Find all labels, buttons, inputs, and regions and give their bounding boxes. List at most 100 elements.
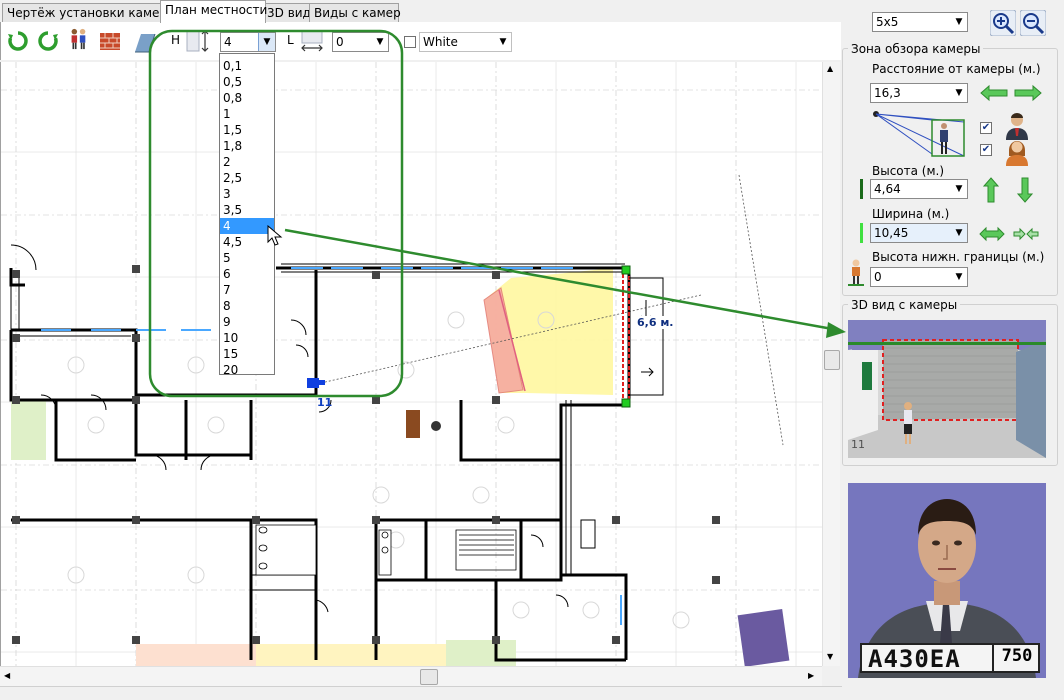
height-option[interactable]: 2,5 bbox=[220, 170, 274, 186]
width-combo[interactable]: 10,45 ▼ bbox=[870, 223, 968, 243]
right-panel: 5x5 ▼ Зона обзора камеры Расстояние от к… bbox=[842, 0, 1064, 699]
chevron-down-icon[interactable]: ▼ bbox=[951, 180, 967, 198]
tab-terrain-plan[interactable]: План местности bbox=[160, 0, 267, 23]
arrow-up-icon[interactable] bbox=[982, 176, 1000, 204]
mouse-cursor-icon bbox=[267, 225, 283, 246]
3d-scene bbox=[848, 320, 1046, 458]
wall-icon[interactable] bbox=[99, 30, 121, 52]
floor-plan bbox=[1, 62, 823, 666]
man-avatar-icon bbox=[1006, 113, 1028, 140]
woman-avatar-icon bbox=[1006, 141, 1028, 166]
width-label: Ширина (м.) bbox=[872, 207, 950, 221]
distance-annotation: 6,6 м. bbox=[637, 316, 674, 329]
camera-3d-preview[interactable]: 11 bbox=[848, 320, 1046, 458]
height-option[interactable]: 6 bbox=[220, 266, 274, 282]
vertical-scroll-thumb[interactable] bbox=[824, 350, 840, 370]
face-plate-snapshot: А430ЕА 750 bbox=[848, 483, 1046, 678]
view-zone-diagram-icon bbox=[873, 111, 965, 157]
height-dropdown-list[interactable]: 0,1 0,5 0,8 1 1,5 1,8 2 2,5 3 3,5 4 4,5 5 6 7 8 9 10 15 20 bbox=[219, 53, 275, 378]
length-label: L bbox=[287, 33, 294, 47]
height-combo-right[interactable]: 4,64 ▼ bbox=[870, 179, 968, 199]
height-option[interactable]: 15 bbox=[220, 346, 274, 362]
height-option[interactable]: 2 bbox=[220, 154, 274, 170]
height-option[interactable]: 4 bbox=[220, 218, 274, 234]
rotate-left-icon[interactable] bbox=[7, 30, 29, 52]
width-value: 10,45 bbox=[874, 226, 909, 240]
height-option[interactable]: 10 bbox=[220, 330, 274, 346]
lower-bound-value: 0 bbox=[874, 270, 882, 284]
scroll-down-icon[interactable]: ▼ bbox=[827, 652, 833, 661]
camera-zone-title: Зона обзора камеры bbox=[848, 42, 984, 56]
chevron-down-icon[interactable]: ▼ bbox=[951, 268, 967, 286]
distance-combo[interactable]: 16,3 ▼ bbox=[870, 83, 968, 103]
arrow-down-icon[interactable] bbox=[1016, 176, 1034, 204]
plate-number: А430ЕА bbox=[868, 645, 961, 673]
expand-width-icon[interactable] bbox=[979, 226, 1005, 242]
man-checkbox[interactable]: ✔ bbox=[980, 122, 992, 134]
terrain-plan-canvas[interactable]: 11 6,6 м. bbox=[0, 62, 823, 666]
arrow-left-icon[interactable] bbox=[979, 84, 1009, 102]
height-combo-value: 4 bbox=[224, 35, 232, 49]
height-option[interactable]: 7 bbox=[220, 282, 274, 298]
tab-bar: Чертёж установки камеры План местности 3… bbox=[0, 0, 840, 23]
height-option[interactable]: 5 bbox=[220, 250, 274, 266]
vertical-scrollbar[interactable]: ▲ ▼ bbox=[822, 62, 840, 666]
horizontal-scrollbar[interactable]: ◀ ▶ bbox=[0, 666, 822, 687]
3d-camera-label: 11 bbox=[851, 438, 865, 451]
height-option[interactable]: 3,5 bbox=[220, 202, 274, 218]
distance-value: 16,3 bbox=[874, 86, 901, 100]
chevron-down-icon[interactable]: ▼ bbox=[951, 84, 967, 102]
zoom-out-icon[interactable] bbox=[1020, 10, 1046, 36]
shrink-width-icon[interactable] bbox=[1013, 226, 1039, 242]
scroll-right-icon[interactable]: ▶ bbox=[808, 671, 814, 680]
width-color-marker bbox=[860, 223, 863, 243]
arrow-right-icon[interactable] bbox=[1013, 84, 1043, 102]
chevron-down-icon[interactable]: ▼ bbox=[372, 33, 388, 51]
grid-size-combo[interactable]: 5x5 ▼ bbox=[872, 12, 968, 32]
horizontal-scroll-thumb[interactable] bbox=[420, 669, 438, 685]
length-combo[interactable]: 0 ▼ bbox=[332, 32, 389, 52]
people-icon[interactable] bbox=[67, 28, 89, 50]
height-option[interactable]: 0,5 bbox=[220, 74, 274, 90]
chevron-down-icon[interactable]: ▼ bbox=[258, 33, 275, 51]
color-checkbox[interactable] bbox=[404, 36, 416, 48]
height-option[interactable]: 1,8 bbox=[220, 138, 274, 154]
rotate-right-icon[interactable] bbox=[37, 30, 59, 52]
plate-region: 750 bbox=[992, 645, 1040, 671]
scroll-up-icon[interactable]: ▲ bbox=[827, 64, 833, 73]
color-combo-value: White bbox=[423, 35, 458, 49]
height-option[interactable]: 9 bbox=[220, 314, 274, 330]
height-option[interactable]: 0,8 bbox=[220, 90, 274, 106]
height-option[interactable]: 20 bbox=[220, 362, 274, 378]
chevron-down-icon[interactable]: ▼ bbox=[951, 13, 967, 31]
scroll-left-icon[interactable]: ◀ bbox=[4, 671, 10, 680]
tab-3d-view[interactable]: 3D вид bbox=[262, 3, 312, 22]
surface-icon[interactable] bbox=[133, 30, 157, 54]
height-option[interactable]: 3 bbox=[220, 186, 274, 202]
height-option[interactable]: 0,1 bbox=[220, 58, 274, 74]
height-option[interactable]: 1 bbox=[220, 106, 274, 122]
height-option[interactable]: 8 bbox=[220, 298, 274, 314]
chevron-down-icon[interactable]: ▼ bbox=[495, 33, 511, 51]
camera-label[interactable]: 11 bbox=[317, 396, 332, 409]
zoom-in-icon[interactable] bbox=[990, 10, 1016, 36]
tab-camera-views[interactable]: Виды с камер bbox=[309, 3, 401, 22]
woman-checkbox[interactable]: ✔ bbox=[980, 144, 992, 156]
color-combo[interactable]: White ▼ bbox=[419, 32, 512, 52]
height-dimension-icon bbox=[186, 30, 209, 52]
camera-3d-view-title: 3D вид с камеры bbox=[848, 298, 961, 312]
grid-size-value: 5x5 bbox=[876, 15, 899, 29]
length-dimension-icon bbox=[301, 30, 323, 52]
length-combo-value: 0 bbox=[336, 35, 344, 49]
license-plate: А430ЕА 750 bbox=[860, 643, 1040, 673]
height-option[interactable]: 4,5 bbox=[220, 234, 274, 250]
lower-bound-combo[interactable]: 0 ▼ bbox=[870, 267, 968, 287]
height-combo[interactable]: 4 ▼ bbox=[220, 32, 276, 52]
tab-camera-installation[interactable]: Чертёж установки камеры bbox=[2, 3, 177, 22]
height-label-right: Высота (м.) bbox=[872, 164, 945, 178]
height-option[interactable]: 1,5 bbox=[220, 122, 274, 138]
status-bar bbox=[0, 686, 842, 700]
person-lower-bound-icon bbox=[848, 259, 864, 286]
lower-bound-label: Высота нижн. границы (м.) bbox=[872, 250, 1045, 264]
chevron-down-icon[interactable]: ▼ bbox=[951, 224, 967, 242]
